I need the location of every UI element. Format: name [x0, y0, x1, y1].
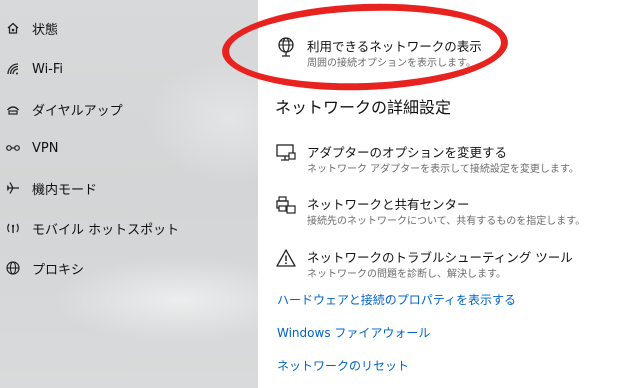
globe-network-icon [275, 36, 297, 58]
network-troubleshooter-subtitle: ネットワークの問題を診断し、解決します。 [307, 269, 506, 280]
change-adapter-options-subtitle: ネットワーク アダプターを表示して接続設定を変更します。 [307, 164, 579, 175]
change-adapter-options-button[interactable]: アダプターのオプションを変更する ネットワーク アダプターを表示して接続設定を変… [275, 142, 605, 176]
sidebar-item-wifi[interactable]: Wi-Fi [0, 49, 258, 89]
network-sharing-center-title: ネットワークと共有センター [307, 197, 470, 212]
sidebar-item-status[interactable]: 状態 [0, 8, 258, 48]
sidebar-item-label: 機内モード [32, 182, 98, 198]
network-reset-link[interactable]: ネットワークのリセット [277, 357, 409, 374]
sidebar-item-label: モバイル ホットスポット [32, 222, 180, 238]
airplane-icon [5, 180, 21, 196]
home-network-icon [5, 20, 21, 36]
network-troubleshooter-button[interactable]: ネットワークのトラブルシューティング ツール ネットワークの問題を診断し、解決し… [275, 247, 605, 281]
sidebar: 状態 Wi-Fi ダイヤルアップ VPN 機内モード モバイル ホットスポット [0, 0, 258, 388]
warning-icon [275, 247, 297, 269]
globe-icon [5, 260, 21, 276]
change-adapter-options-title: アダプターのオプションを変更する [307, 145, 508, 160]
sidebar-item-label: VPN [32, 140, 59, 156]
network-troubleshooter-title: ネットワークのトラブルシューティング ツール [307, 250, 573, 265]
network-sharing-center-button[interactable]: ネットワークと共有センター 接続先のネットワークについて、共有するものを指定しま… [275, 194, 605, 228]
vpn-icon [5, 140, 21, 156]
sidebar-item-airplane-mode[interactable]: 機内モード [0, 168, 258, 208]
sidebar-item-proxy[interactable]: プロキシ [0, 248, 258, 288]
network-sharing-center-subtitle: 接続先のネットワークについて、共有するものを指定します。 [307, 216, 586, 227]
sidebar-item-mobile-hotspot[interactable]: モバイル ホットスポット [0, 208, 258, 248]
sidebar-item-label: Wi-Fi [32, 61, 64, 77]
windows-firewall-link[interactable]: Windows ファイアウォール [277, 324, 430, 341]
sidebar-item-vpn[interactable]: VPN [0, 128, 258, 168]
hotspot-icon [5, 220, 21, 236]
monitor-adapter-icon [275, 142, 297, 164]
sidebar-item-label: プロキシ [32, 262, 85, 278]
wifi-icon [5, 61, 21, 77]
available-networks-subtitle: 周囲の接続オプションを表示します。 [307, 58, 476, 69]
advanced-settings-heading: ネットワークの詳細設定 [275, 98, 452, 117]
sidebar-item-dialup[interactable]: ダイヤルアップ [0, 89, 258, 129]
hardware-connection-properties-link[interactable]: ハードウェアと接続のプロパティを表示する [277, 291, 516, 308]
sidebar-item-label: 状態 [32, 22, 59, 38]
sidebar-item-label: ダイヤルアップ [32, 103, 123, 119]
available-networks-button[interactable]: 利用できるネットワークの表示 周囲の接続オプションを表示します。 [275, 36, 605, 69]
dialup-icon [5, 101, 21, 117]
available-networks-title: 利用できるネットワークの表示 [307, 39, 482, 54]
printer-share-icon [275, 194, 297, 216]
